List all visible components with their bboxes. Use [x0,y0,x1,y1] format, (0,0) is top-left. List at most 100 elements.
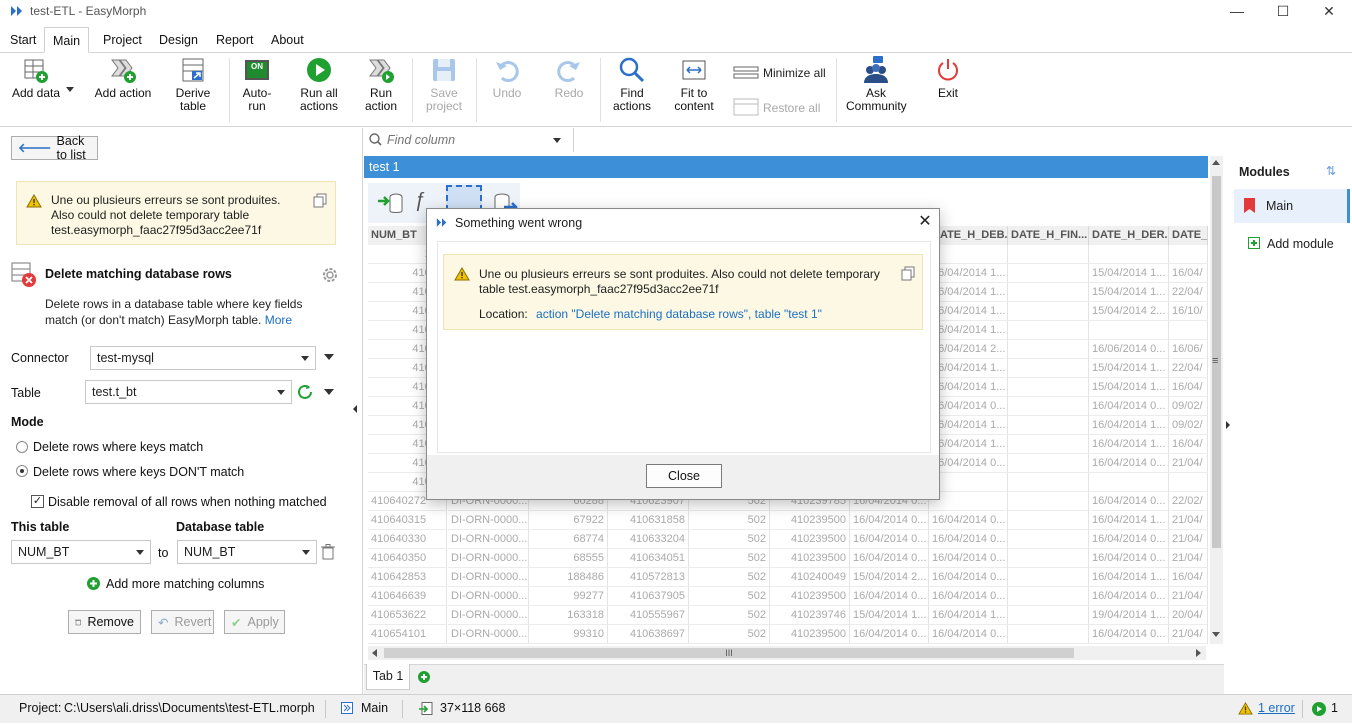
grid-cell[interactable]: 502 [689,530,770,549]
grid-cell[interactable]: 410633204 [608,530,689,549]
grid-cell[interactable] [1008,530,1089,549]
grid-cell[interactable]: 15/04/2014 2... [1089,302,1169,321]
grid-cell[interactable]: 16/04/ [1169,378,1208,397]
grid-cell[interactable]: 16/04/2014 0... [929,530,1008,549]
column-header[interactable]: DATE_H [1169,226,1208,245]
grid-cell[interactable] [1089,245,1169,264]
grid-cell[interactable]: 16/04/ [1169,435,1208,454]
tab-project[interactable]: Project [95,27,150,53]
grid-cell[interactable]: 410646639 [368,587,447,606]
grid-cell[interactable]: 16/04/2014 0... [850,549,929,568]
grid-cell[interactable]: 16/04/2014 1... [1089,416,1169,435]
grid-cell[interactable]: 502 [689,625,770,644]
grid-cell[interactable] [1008,435,1089,454]
refresh-icon[interactable] [297,384,314,401]
grid-cell[interactable]: DI-ORN-0000... [448,625,529,644]
grid-cell[interactable]: 22/04/ [1169,359,1208,378]
undo-button[interactable]: Undo [488,56,526,100]
grid-cell[interactable]: 16/04/2014 0... [929,549,1008,568]
grid-cell[interactable]: 410239500 [770,587,850,606]
grid-cell[interactable]: 16/04/2014 1... [1089,568,1169,587]
exit-button[interactable]: Exit [928,56,968,100]
grid-cell[interactable] [1008,397,1089,416]
grid-cell[interactable]: 410640315 [368,511,447,530]
grid-cell[interactable]: 67922 [529,511,608,530]
ask-community-button[interactable]: Ask Community [846,56,907,113]
formula-icon[interactable]: ƒ [414,189,425,212]
close-window-button[interactable]: ✕ [1306,0,1352,22]
grid-cell[interactable] [1169,245,1208,264]
add-module-link[interactable]: Add module [1267,237,1334,251]
grid-cell[interactable]: 16/04/2014 0... [929,568,1008,587]
table-header-bar[interactable]: test 1 [364,156,1208,178]
grid-cell[interactable]: 16/04/2014 0... [850,530,929,549]
grid-cell[interactable]: 188486 [529,568,608,587]
grid-cell[interactable]: 410572813 [608,568,689,587]
grid-cell[interactable]: 16/04/2014 1... [929,264,1008,283]
grid-cell[interactable]: 15/04/2014 1... [1089,264,1169,283]
add-action-button[interactable]: Add action [92,56,154,100]
scroll-down-icon[interactable] [1212,632,1220,637]
grid-cell[interactable]: 410239500 [770,549,850,568]
grid-cell[interactable]: 410637905 [608,587,689,606]
splitter-grip-icon[interactable]: ≡ [1212,355,1218,367]
grid-cell[interactable]: 410642853 [368,568,447,587]
apply-button[interactable]: ✔ Apply [224,610,285,634]
connector-menu-icon[interactable] [324,354,334,360]
derive-table-button[interactable]: Derive table [172,56,214,113]
grid-cell[interactable]: 502 [689,511,770,530]
grid-cell[interactable] [1008,606,1089,625]
grid-cell[interactable]: 163318 [529,606,608,625]
grid-cell[interactable] [1008,549,1089,568]
save-project-button[interactable]: Save project [422,56,466,113]
grid-cell[interactable] [1008,302,1089,321]
column-header[interactable]: DATE_H_FIN... [1008,226,1089,245]
grid-cell[interactable] [1008,264,1089,283]
table-menu-icon[interactable] [324,389,334,395]
grid-cell[interactable]: 16/04/2014 1... [929,606,1008,625]
grid-cell[interactable] [1008,245,1089,264]
grid-cell[interactable]: 68774 [529,530,608,549]
grid-cell[interactable]: 16/04/2014 0... [1089,492,1169,511]
grid-cell[interactable]: 410654101 [368,625,447,644]
mode-option-match[interactable]: Delete rows where keys match [33,440,203,454]
grid-cell[interactable]: 15/04/2014 1... [850,606,929,625]
grid-cell[interactable]: 16/04/2014 0... [1089,454,1169,473]
grid-cell[interactable]: 16/04/2014 1... [929,321,1008,340]
grid-cell[interactable]: 16/04/2014 0... [1089,587,1169,606]
grid-cell[interactable]: 16/04/2014 1... [929,416,1008,435]
location-link[interactable]: action "Delete matching database rows", … [536,307,822,321]
grid-cell[interactable] [1008,473,1089,492]
tab-report[interactable]: Report [208,27,262,53]
grid-cell[interactable] [1169,473,1208,492]
grid-cell[interactable]: 16/06/ [1169,340,1208,359]
grid-cell[interactable]: 410239500 [770,530,850,549]
revert-button[interactable]: ↶ Revert [151,610,214,634]
grid-cell[interactable]: 16/04/2014 0... [1089,625,1169,644]
grid-cell[interactable]: 16/04/2014 0... [929,454,1008,473]
grid-cell[interactable]: 15/04/2014 1... [1089,359,1169,378]
grid-cell[interactable]: 16/04/2014 1... [929,359,1008,378]
back-to-list-button[interactable]: 🡐 Back to list [11,134,98,162]
grid-cell[interactable]: 21/04/ [1169,454,1208,473]
chevron-down-icon[interactable] [553,138,561,143]
grid-cell[interactable] [1008,359,1089,378]
disable-removal-checkbox[interactable]: ✓ [31,495,44,508]
minimize-all-button[interactable]: Minimize all [763,66,826,80]
sheet-tab-1[interactable]: Tab 1 [366,664,410,690]
grid-cell[interactable]: 21/04/ [1169,511,1208,530]
add-tab-icon[interactable] [418,671,430,683]
grid-cell[interactable]: 16/04/2014 0... [1089,397,1169,416]
maximize-button[interactable]: ☐ [1260,0,1306,22]
add-more-columns-link[interactable]: Add more matching columns [106,577,264,591]
grid-cell[interactable]: 16/04/2014 0... [929,511,1008,530]
grid-cell[interactable] [929,492,1008,511]
sort-modules-icon[interactable]: ⇅ [1326,164,1336,178]
grid-cell[interactable]: 16/04/2014 1... [929,378,1008,397]
settings-gear-icon[interactable] [321,266,339,284]
find-column-box[interactable] [363,128,573,152]
grid-cell[interactable]: 15/04/2014 2... [850,568,929,587]
grid-cell[interactable]: 20/04/ [1169,606,1208,625]
grid-cell[interactable]: 502 [689,549,770,568]
grid-cell[interactable] [1008,625,1089,644]
